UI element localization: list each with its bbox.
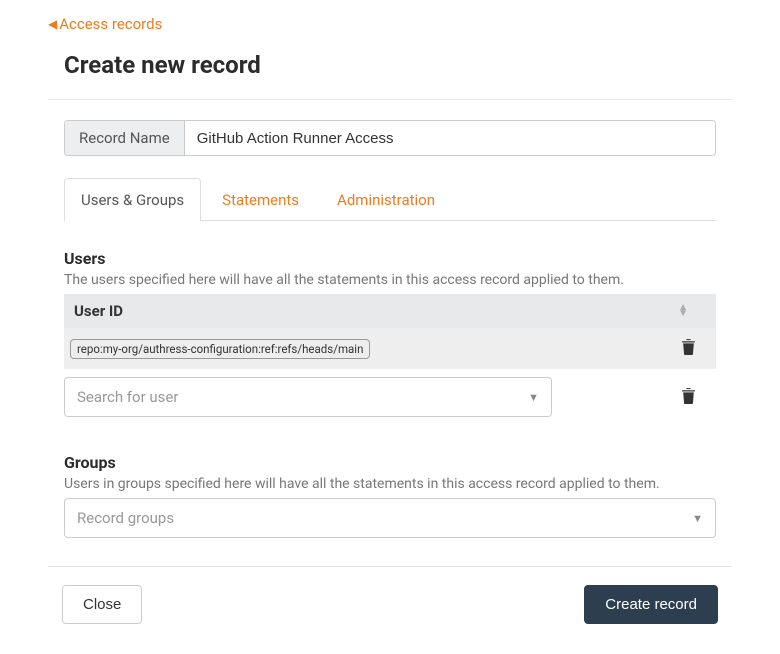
users-table-header[interactable]: User ID ▲▼ [64, 294, 716, 328]
tab-administration[interactable]: Administration [320, 178, 452, 221]
tab-users-groups[interactable]: Users & Groups [64, 178, 201, 221]
record-name-input[interactable] [185, 121, 715, 155]
breadcrumb-label: Access records [59, 15, 162, 33]
delete-search-row-button[interactable] [661, 387, 716, 408]
page-title: Create new record [48, 51, 732, 79]
breadcrumb-access-records[interactable]: ◀ Access records [48, 15, 162, 33]
users-description: The users specified here will have all t… [64, 272, 716, 288]
tabs: Users & Groups Statements Administration [64, 178, 716, 221]
groups-description: Users in groups specified here will have… [64, 476, 716, 492]
user-search-placeholder: Search for user [77, 388, 178, 406]
trash-icon [681, 387, 696, 404]
close-button[interactable]: Close [62, 585, 142, 624]
create-record-button[interactable]: Create record [584, 585, 718, 624]
user-chip[interactable]: repo:my-org/authress-configuration:ref:r… [70, 339, 370, 359]
chevron-down-icon: ▼ [528, 391, 539, 404]
groups-placeholder: Record groups [77, 509, 174, 527]
user-search-select[interactable]: Search for user ▼ [64, 377, 552, 417]
divider [48, 99, 732, 100]
trash-icon [681, 338, 696, 355]
tab-statements[interactable]: Statements [205, 178, 316, 221]
groups-select[interactable]: Record groups ▼ [64, 498, 716, 538]
sort-icon: ▲▼ [678, 305, 688, 317]
record-name-group: Record Name [64, 120, 716, 156]
table-row: repo:my-org/authress-configuration:ref:r… [64, 328, 716, 369]
column-user-id: User ID [74, 302, 123, 320]
chevron-down-icon: ▼ [692, 512, 703, 525]
caret-left-icon: ◀ [48, 17, 57, 31]
record-name-label: Record Name [65, 121, 185, 155]
users-heading: Users [64, 249, 716, 268]
delete-user-button[interactable] [667, 338, 710, 359]
groups-heading: Groups [64, 453, 716, 472]
